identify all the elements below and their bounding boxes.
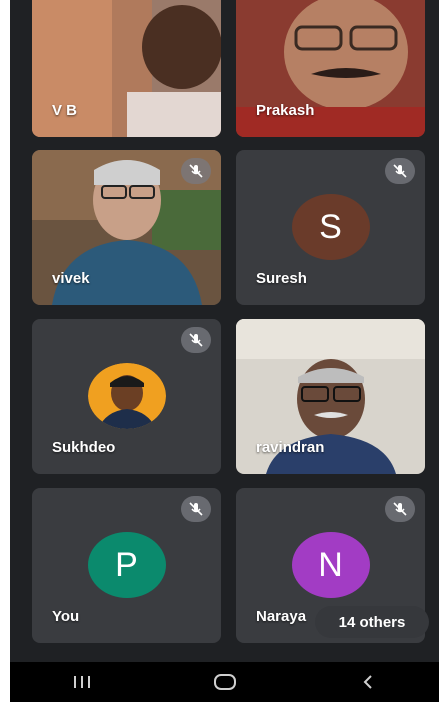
muted-mic-icon [385, 158, 415, 184]
participant-name: Suresh [256, 270, 307, 287]
participant-name: You [52, 608, 80, 625]
back-button[interactable] [338, 662, 398, 702]
participant-tile-suresh[interactable]: S Suresh [236, 150, 425, 305]
muted-mic-icon [385, 496, 415, 522]
avatar-initial: N [291, 532, 370, 598]
participant-name: vivek [52, 270, 90, 287]
others-count-button[interactable]: 14 others [315, 606, 429, 638]
meeting-screen: V B Prakash vivek S Suresh Sukhdeo ravin… [10, 0, 439, 702]
participant-tile-vivek[interactable]: vivek [32, 150, 221, 305]
participant-name: ravindran [256, 439, 325, 456]
muted-mic-icon [181, 327, 211, 353]
participant-name: V B [52, 102, 78, 119]
recent-apps-icon [73, 676, 90, 688]
participant-tile-you[interactable]: P You [32, 488, 221, 643]
participant-tile-sukhdeo[interactable]: Sukhdeo [32, 319, 221, 474]
muted-mic-icon [181, 496, 211, 522]
muted-mic-icon [181, 158, 211, 184]
avatar-initial: P [87, 532, 166, 598]
avatar-initial: S [291, 194, 370, 260]
participant-name: Naraya [256, 608, 307, 625]
participant-tile-prakash[interactable]: Prakash [236, 0, 425, 137]
home-icon [213, 674, 236, 690]
avatar-photo [87, 363, 166, 429]
android-nav-bar [10, 662, 439, 702]
recent-apps-button[interactable] [52, 662, 112, 702]
participant-tile-ravindran[interactable]: ravindran [236, 319, 425, 474]
back-icon [363, 675, 372, 689]
participant-name: Prakash [256, 102, 315, 119]
home-button[interactable] [195, 662, 255, 702]
participant-tile-vb[interactable]: V B [32, 0, 221, 137]
participant-name: Sukhdeo [52, 439, 116, 456]
